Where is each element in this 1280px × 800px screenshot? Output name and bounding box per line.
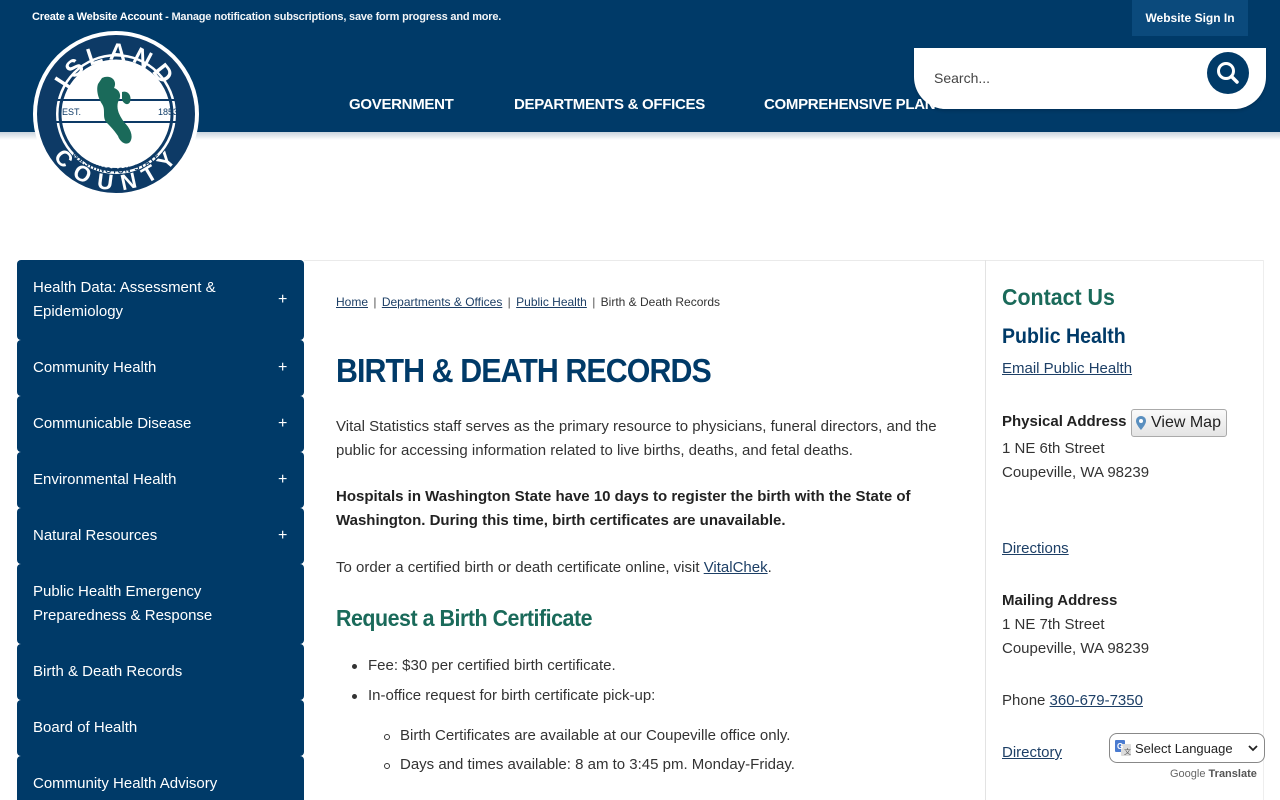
breadcrumb-current: Birth & Death Records bbox=[600, 295, 721, 309]
expand-icon[interactable]: + bbox=[278, 415, 287, 433]
breadcrumb-separator: | bbox=[373, 295, 377, 309]
breadcrumb-home-link[interactable]: Home bbox=[336, 295, 368, 309]
phone-row: Phone 360-679-7350 bbox=[1002, 692, 1143, 709]
hospital-note: Hospitals in Washington State have 10 da… bbox=[336, 488, 911, 529]
expand-icon[interactable]: + bbox=[278, 471, 287, 489]
sidebar-item-community-health[interactable]: Community Health + bbox=[17, 340, 304, 396]
list-item: Fee: $30 per certified birth certificate… bbox=[368, 657, 616, 674]
list-item: In-office request for birth certificate … bbox=[368, 687, 656, 704]
section-title-request-birth-certificate: Request a Birth Certificate bbox=[336, 605, 593, 631]
sidebar-item-label: Birth & Death Records bbox=[33, 663, 183, 680]
sidebar-item-health-data[interactable]: Health Data: Assessment & Epidemiology + bbox=[17, 260, 304, 340]
map-pin-icon bbox=[1136, 416, 1146, 430]
order-text: To order a certified birth or death cert… bbox=[336, 559, 704, 576]
directions-link[interactable]: Directions bbox=[1002, 540, 1069, 557]
order-end: . bbox=[767, 559, 772, 576]
phone-link[interactable]: 360-679-7350 bbox=[1050, 692, 1143, 709]
sidebar-item-natural-resources[interactable]: Natural Resources + bbox=[17, 508, 304, 564]
page-title: BIRTH & DEATH RECORDS bbox=[336, 352, 712, 389]
directory-link-wrapper: Directory bbox=[1002, 744, 1062, 761]
order-paragraph: To order a certified birth or death cert… bbox=[336, 556, 946, 580]
column-divider bbox=[985, 260, 986, 800]
vitalchek-link[interactable]: VitalChek bbox=[704, 559, 768, 576]
chevron-down-icon bbox=[1248, 745, 1258, 752]
breadcrumb: Home | Departments & Offices | Public He… bbox=[336, 295, 720, 309]
view-map-button[interactable]: View Map bbox=[1131, 409, 1227, 437]
bullet-circle bbox=[384, 763, 390, 769]
sidebar-item-label: Public Health Emergency Preparedness & R… bbox=[33, 583, 213, 624]
intro-paragraph: Vital Statistics staff serves as the pri… bbox=[336, 418, 937, 459]
sidebar-item-environmental-health[interactable]: Environmental Health + bbox=[17, 452, 304, 508]
sidebar-item-communicable-disease[interactable]: Communicable Disease + bbox=[17, 396, 304, 452]
sidebar-item-birth-death-records[interactable]: Birth & Death Records bbox=[17, 644, 304, 700]
phone-label: Phone bbox=[1002, 692, 1050, 709]
google-wordmark: Google bbox=[1170, 768, 1206, 780]
content-right-edge bbox=[1263, 260, 1264, 800]
sidebar-item-label: Board of Health bbox=[33, 719, 138, 736]
email-public-health-link[interactable]: Email Public Health bbox=[1002, 360, 1132, 377]
island-county-logo[interactable]: ISLAND COUNTY WASHINGTON STATE EST. 1853 bbox=[32, 30, 200, 198]
create-account-description: - Manage notification subscriptions, sav… bbox=[162, 11, 502, 23]
sidebar-item-label: Health Data: Assessment & Epidemiology bbox=[33, 279, 216, 320]
expand-icon[interactable]: + bbox=[278, 359, 287, 377]
nav-comprehensive-plan-update[interactable]: COMPREHENSIVE PLAN UPDATE bbox=[764, 96, 998, 114]
sidebar-item-board-of-health[interactable]: Board of Health bbox=[17, 700, 304, 756]
create-account-notice[interactable]: Create a Website Account - Manage notifi… bbox=[32, 11, 501, 23]
sidebar-item-emergency-preparedness[interactable]: Public Health Emergency Preparedness & R… bbox=[17, 564, 304, 644]
physical-address-label: Physical Address bbox=[1002, 413, 1127, 430]
mailing-address-line2: Coupeville, WA 98239 bbox=[1002, 640, 1150, 657]
nav-i-want-to[interactable]: I WANT TO bbox=[1166, 96, 1241, 114]
bullet-dot bbox=[352, 694, 357, 699]
breadcrumb-separator: | bbox=[507, 295, 511, 309]
powered-by-google-translate[interactable]: Google Translate bbox=[1170, 768, 1257, 780]
breadcrumb-public-health-link[interactable]: Public Health bbox=[516, 295, 587, 309]
sidebar-item-label: Community Health bbox=[33, 359, 157, 376]
sidebar-item-label: Environmental Health bbox=[33, 471, 177, 488]
sidebar-item-community-health-advisory[interactable]: Community Health Advisory bbox=[17, 756, 304, 800]
mailing-address-label: Mailing Address bbox=[1002, 592, 1118, 609]
logo-year-text: 1853 bbox=[158, 107, 178, 117]
view-map-label: View Map bbox=[1151, 414, 1221, 431]
search-input[interactable]: Search... bbox=[934, 70, 990, 86]
logo-est-text: EST. bbox=[62, 107, 81, 117]
breadcrumb-separator: | bbox=[592, 295, 596, 309]
email-link-wrapper: Email Public Health bbox=[1002, 360, 1132, 377]
contact-department: Public Health bbox=[1002, 325, 1126, 348]
google-translate-icon: G 文 bbox=[1115, 740, 1131, 756]
website-sign-in-button[interactable]: Website Sign In bbox=[1132, 0, 1248, 36]
search-icon bbox=[1217, 62, 1239, 84]
physical-address-line2: Coupeville, WA 98239 bbox=[1002, 464, 1150, 481]
breadcrumb-departments-link[interactable]: Departments & Offices bbox=[382, 295, 503, 309]
physical-address-line1: 1 NE 6th Street bbox=[1002, 440, 1105, 457]
sidebar-item-label: Community Health Advisory bbox=[33, 775, 218, 792]
language-select[interactable]: G 文 Select Language bbox=[1109, 733, 1265, 763]
nav-government[interactable]: GOVERNMENT bbox=[349, 96, 454, 114]
sidebar-item-label: Communicable Disease bbox=[33, 415, 192, 432]
directory-link[interactable]: Directory bbox=[1002, 744, 1062, 761]
nav-departments-offices[interactable]: DEPARTMENTS & OFFICES bbox=[514, 96, 705, 114]
list-item: Birth Certificates are available at our … bbox=[400, 727, 791, 744]
mailing-address-line1: 1 NE 7th Street bbox=[1002, 616, 1105, 633]
directions-link-wrapper: Directions bbox=[1002, 540, 1069, 557]
expand-icon[interactable]: + bbox=[278, 291, 287, 309]
nav-business[interactable]: BUSINESS bbox=[1043, 96, 1118, 114]
select-language-label: Select Language bbox=[1135, 740, 1233, 756]
bullet-circle bbox=[384, 734, 390, 740]
bullet-dot bbox=[352, 664, 357, 669]
svg-text:G: G bbox=[1117, 742, 1123, 751]
svg-text:文: 文 bbox=[1124, 747, 1131, 756]
translate-wordmark: Translate bbox=[1208, 768, 1257, 780]
sidebar-item-label: Natural Resources bbox=[33, 527, 158, 544]
search-button[interactable] bbox=[1207, 52, 1249, 94]
expand-icon[interactable]: + bbox=[278, 527, 287, 545]
contact-us-heading: Contact Us bbox=[1002, 284, 1115, 310]
create-account-link[interactable]: Create a Website Account bbox=[32, 11, 162, 23]
list-item: Days and times available: 8 am to 3:45 p… bbox=[400, 756, 795, 773]
